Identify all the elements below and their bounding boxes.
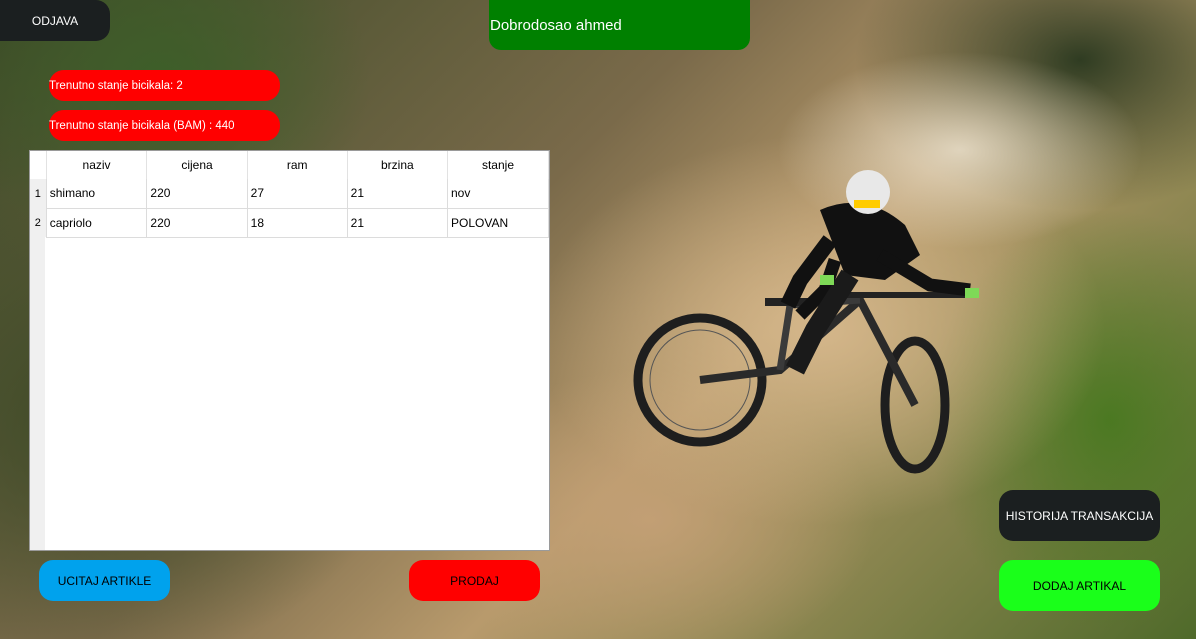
cell-ram[interactable]: 27 xyxy=(247,179,348,209)
table-row[interactable]: 2 capriolo 220 18 21 POLOVAN xyxy=(30,208,550,238)
row-number[interactable]: 2 xyxy=(30,208,47,237)
mountain-biker-image xyxy=(633,170,979,474)
cell-ram[interactable]: 18 xyxy=(247,208,348,238)
table-corner[interactable] xyxy=(30,151,47,179)
cell-stanje[interactable]: POLOVAN xyxy=(447,208,550,238)
sell-button[interactable]: PRODAJ xyxy=(409,560,540,601)
cell-stanje[interactable]: nov xyxy=(447,179,550,209)
cell-naziv[interactable]: shimano xyxy=(46,179,148,209)
load-articles-button[interactable]: UCITAJ ARTIKLE xyxy=(39,560,170,601)
column-header-ram[interactable]: ram xyxy=(247,151,348,179)
column-header-naziv[interactable]: naziv xyxy=(46,151,148,179)
bike-count-label: Trenutno stanje bicikala: 2 xyxy=(49,70,280,101)
bikes-table[interactable]: naziv cijena ram brzina stanje 1 shimano… xyxy=(29,150,550,551)
bike-value-label: Trenutno stanje bicikala (BAM) : 440 xyxy=(49,110,280,141)
welcome-banner: Dobrodosao ahmed xyxy=(489,0,750,50)
table-row[interactable]: 1 shimano 220 27 21 nov xyxy=(30,179,550,209)
add-article-button[interactable]: DODAJ ARTIKAL xyxy=(999,560,1160,611)
column-header-stanje[interactable]: stanje xyxy=(447,151,550,179)
logout-button[interactable]: ODJAVA xyxy=(0,0,110,41)
column-header-cijena[interactable]: cijena xyxy=(146,151,248,179)
cell-cijena[interactable]: 220 xyxy=(146,179,248,209)
cell-brzina[interactable]: 21 xyxy=(347,179,448,209)
cell-naziv[interactable]: capriolo xyxy=(46,208,148,238)
cell-cijena[interactable]: 220 xyxy=(146,208,248,238)
transaction-history-button[interactable]: HISTORIJA TRANSAKCIJA xyxy=(999,490,1160,541)
cell-brzina[interactable]: 21 xyxy=(347,208,448,238)
column-header-brzina[interactable]: brzina xyxy=(347,151,448,179)
row-number[interactable]: 1 xyxy=(30,179,47,208)
